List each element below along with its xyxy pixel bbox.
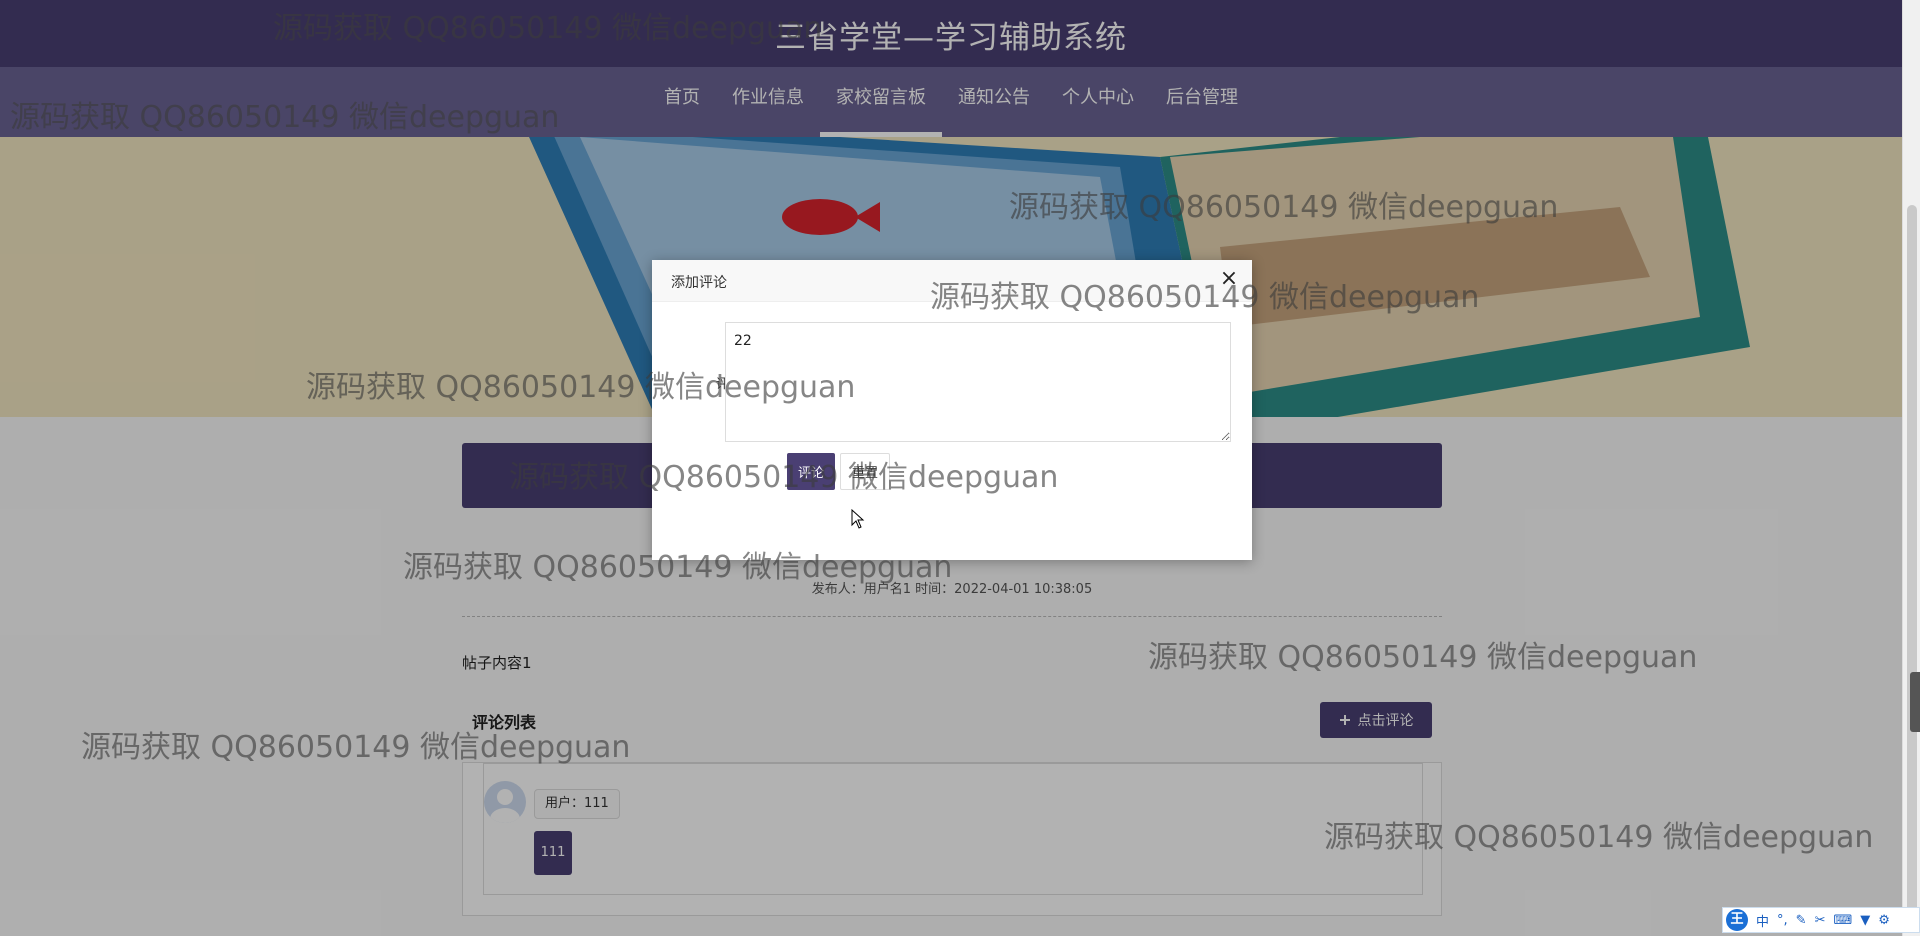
skin-icon[interactable]: ▼: [1860, 913, 1870, 928]
scissors-icon[interactable]: ✂: [1815, 913, 1826, 928]
reset-button[interactable]: 重置: [840, 453, 890, 490]
mouse-cursor-icon: [851, 509, 865, 529]
ime-toolbar[interactable]: 王 中 °, ✎ ✂ ⌨ ▼ ⚙: [1722, 907, 1920, 933]
comment-textarea[interactable]: [725, 322, 1231, 442]
pen-icon[interactable]: ✎: [1796, 913, 1807, 928]
close-icon[interactable]: ×: [1217, 268, 1241, 292]
ime-mode-label[interactable]: 中: [1756, 911, 1769, 930]
submit-comment-button[interactable]: 评论: [787, 453, 835, 490]
settings-icon[interactable]: ⚙: [1878, 913, 1890, 928]
scrollbar-thumb[interactable]: [1907, 205, 1917, 933]
ime-logo-icon[interactable]: 王: [1726, 909, 1748, 931]
dialog-title: 添加评论: [671, 275, 727, 291]
add-comment-dialog: 添加评论 × 评论 评论 重置: [652, 260, 1252, 560]
page-scrollbar[interactable]: [1902, 0, 1920, 936]
punctuation-icon[interactable]: °,: [1777, 913, 1788, 928]
page: 三省学堂—学习辅助系统 首页 作业信息 家校留言板 通知公告 个人中心 后台管理…: [0, 0, 1902, 936]
dialog-header: 添加评论 ×: [652, 260, 1252, 302]
side-widget-tab[interactable]: [1910, 672, 1920, 732]
keyboard-icon[interactable]: ⌨: [1833, 913, 1852, 928]
